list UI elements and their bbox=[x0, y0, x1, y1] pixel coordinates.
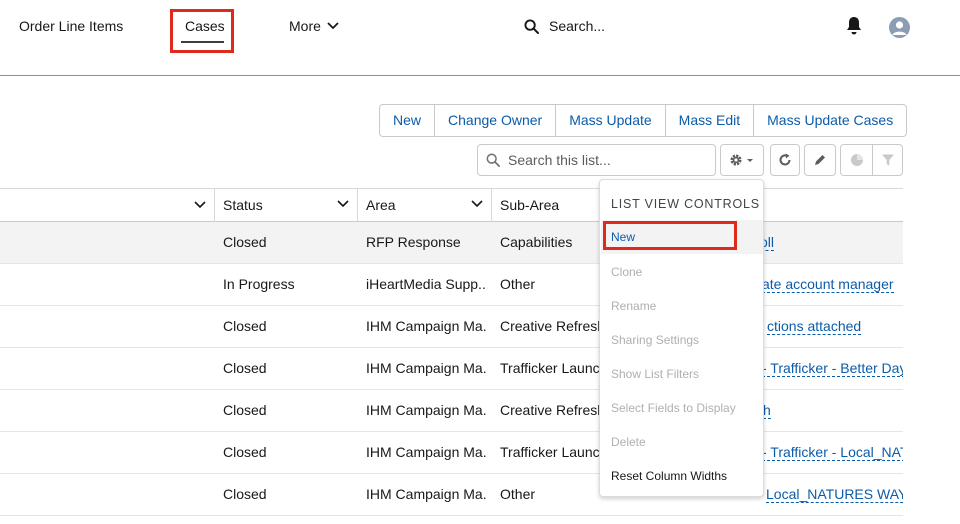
cell-sub-area: Creative Refresh bbox=[500, 318, 600, 334]
subject-link-text: ate account manager bbox=[762, 276, 894, 293]
cell-subject-link[interactable]: Local_NATURES WAY R... bbox=[766, 474, 903, 515]
change-owner-button[interactable]: Change Owner bbox=[435, 105, 557, 136]
pie-chart-icon bbox=[850, 154, 863, 166]
chevron-down-icon bbox=[327, 22, 339, 30]
cell-status: Closed bbox=[223, 318, 267, 334]
nav-more-label: More bbox=[289, 18, 321, 34]
filters-button[interactable] bbox=[872, 144, 903, 176]
cell-subject-link[interactable]: oll bbox=[760, 222, 960, 263]
chevron-down-icon[interactable] bbox=[194, 201, 206, 209]
nav-more-menu[interactable]: More bbox=[289, 18, 339, 34]
list-actions-button-group: New Change Owner Mass Update Mass Edit M… bbox=[379, 104, 908, 137]
table-row[interactable]: Closed IHM Campaign Ma... Trafficker Lau… bbox=[0, 348, 903, 390]
column-header-label: Area bbox=[366, 197, 396, 213]
cell-status: Closed bbox=[223, 402, 267, 418]
table-row[interactable]: Closed IHM Campaign Ma... Other Local_NA… bbox=[0, 474, 903, 516]
search-icon bbox=[524, 18, 539, 34]
mass-update-cases-button[interactable]: Mass Update Cases bbox=[754, 105, 906, 136]
active-tab-underline bbox=[181, 41, 224, 43]
table-header: Status Area Sub-Area bbox=[0, 188, 903, 222]
nav-tab-cases[interactable]: Cases bbox=[185, 18, 225, 34]
table-row[interactable]: Closed IHM Campaign Ma... Trafficker Lau… bbox=[0, 432, 903, 474]
cell-subject-link[interactable]: h bbox=[763, 390, 960, 431]
cell-sub-area: Creative Refresh bbox=[500, 402, 600, 418]
cell-area: IHM Campaign Ma... bbox=[366, 444, 486, 460]
column-header-area[interactable]: Area bbox=[357, 189, 491, 222]
cell-area: RFP Response bbox=[366, 234, 461, 250]
subject-link-text: Local_NATURES WAY R... bbox=[766, 486, 903, 503]
user-avatar[interactable] bbox=[889, 17, 910, 38]
column-header-status[interactable]: Status bbox=[214, 189, 357, 222]
menu-header: LIST VIEW CONTROLS bbox=[611, 197, 760, 211]
cell-sub-area: Other bbox=[500, 276, 536, 292]
cell-area: IHM Campaign Ma... bbox=[366, 402, 486, 418]
menu-item-rename[interactable]: Rename bbox=[611, 299, 656, 313]
avatar-icon bbox=[892, 21, 907, 35]
chevron-down-icon[interactable] bbox=[337, 200, 349, 208]
charts-button[interactable] bbox=[840, 144, 873, 176]
cell-sub-area: Trafficker Launch bbox=[500, 444, 600, 460]
menu-item-delete[interactable]: Delete bbox=[611, 435, 646, 449]
subject-link-text: h bbox=[763, 402, 771, 419]
refresh-icon bbox=[779, 153, 791, 166]
cell-area: IHM Campaign Ma... bbox=[366, 486, 486, 502]
gear-icon bbox=[730, 154, 753, 166]
table-row[interactable]: Closed IHM Campaign Ma... Creative Refre… bbox=[0, 306, 903, 348]
table-row[interactable]: Closed IHM Campaign Ma... Creative Refre… bbox=[0, 390, 903, 432]
global-search-placeholder: Search... bbox=[549, 18, 606, 34]
cell-status: Closed bbox=[223, 486, 267, 502]
filter-icon bbox=[881, 154, 894, 166]
column-header-label: Status bbox=[223, 197, 263, 213]
chevron-down-icon[interactable] bbox=[471, 200, 483, 208]
search-icon bbox=[486, 153, 500, 167]
cell-status: Closed bbox=[223, 234, 267, 250]
cell-status: In Progress bbox=[223, 276, 295, 292]
table-row[interactable]: Closed RFP Response Capabilities oll bbox=[0, 222, 903, 264]
menu-item-clone[interactable]: Clone bbox=[611, 265, 642, 279]
new-button[interactable]: New bbox=[380, 105, 436, 136]
list-search-placeholder: Search this list... bbox=[508, 152, 611, 168]
menu-item-reset-column-widths[interactable]: Reset Column Widths bbox=[611, 469, 727, 483]
bell-icon[interactable] bbox=[845, 16, 863, 36]
cell-status: Closed bbox=[223, 360, 267, 376]
cell-sub-area: Trafficker Launch bbox=[500, 360, 600, 376]
menu-item-sharing-settings[interactable]: Sharing Settings bbox=[611, 333, 699, 347]
cell-area: iHeartMedia Supp... bbox=[366, 276, 486, 292]
cell-area: IHM Campaign Ma... bbox=[366, 360, 486, 376]
subject-link-text: - Trafficker - Better Days... bbox=[762, 360, 903, 377]
menu-item-select-fields[interactable]: Select Fields to Display bbox=[611, 401, 736, 415]
mass-edit-button[interactable]: Mass Edit bbox=[666, 105, 755, 136]
menu-item-show-list-filters[interactable]: Show List Filters bbox=[611, 367, 699, 381]
column-header-sub-area[interactable]: Sub-Area bbox=[491, 189, 611, 222]
refresh-button[interactable] bbox=[770, 144, 800, 176]
cell-subject-link[interactable]: ate account manager bbox=[762, 264, 960, 305]
subject-link-text: ctions attached bbox=[767, 318, 862, 335]
cell-subject-link[interactable]: ctions attached bbox=[767, 306, 960, 347]
cell-sub-area: Capabilities bbox=[500, 234, 573, 250]
pencil-icon bbox=[815, 155, 825, 165]
mass-update-button[interactable]: Mass Update bbox=[556, 105, 666, 136]
global-search[interactable]: Search... bbox=[524, 18, 605, 34]
cell-status: Closed bbox=[223, 444, 267, 460]
nav-tab-order-line-items[interactable]: Order Line Items bbox=[19, 18, 123, 34]
cell-subject-link[interactable]: - Trafficker - Local_NATU... bbox=[762, 432, 903, 473]
list-search-input[interactable]: Search this list... bbox=[477, 144, 716, 176]
list-view-controls-button[interactable] bbox=[720, 144, 764, 176]
table-row[interactable]: In Progress iHeartMedia Supp... Other at… bbox=[0, 264, 903, 306]
subject-link-text: - Trafficker - Local_NATU... bbox=[762, 444, 903, 461]
highlight-box-new bbox=[603, 221, 737, 250]
cell-subject-link[interactable]: - Trafficker - Better Days... bbox=[762, 348, 903, 389]
column-header-label: Sub-Area bbox=[500, 197, 560, 213]
inline-edit-button[interactable] bbox=[804, 144, 836, 176]
top-nav: Order Line Items Cases More Search... bbox=[0, 0, 960, 76]
cell-area: IHM Campaign Ma... bbox=[366, 318, 486, 334]
cell-sub-area: Other bbox=[500, 486, 536, 502]
